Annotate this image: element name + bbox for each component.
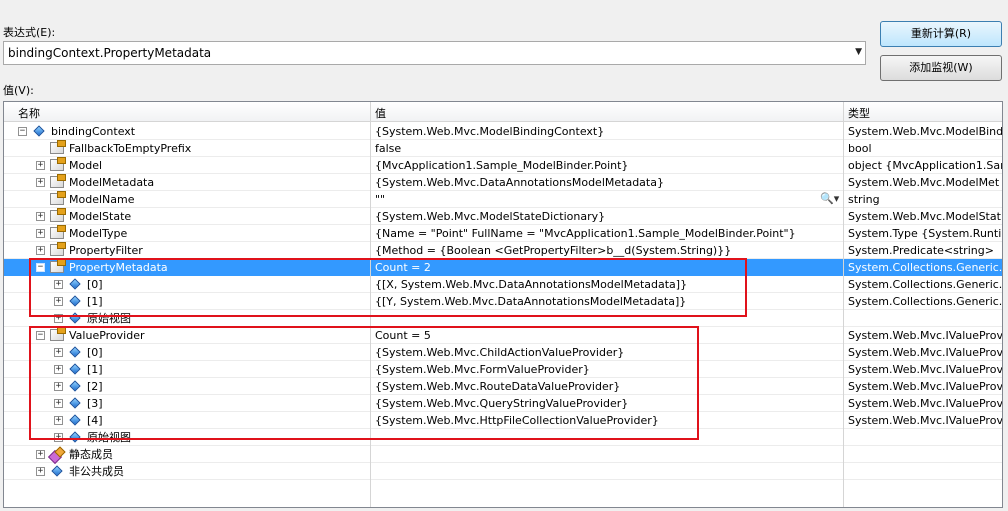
table-row[interactable]: + Model {MvcApplication1.Sample_ModelBinde… (4, 157, 1002, 174)
cell-type: System.Web.Mvc.ModelBinding (848, 125, 1003, 138)
property-icon (50, 191, 66, 205)
expand-icon[interactable]: + (36, 229, 45, 238)
column-header-name[interactable]: 名称 (18, 105, 40, 121)
cell-type: System.Web.Mvc.IValueProv (848, 346, 1003, 359)
cell-name: ModelMetadata (69, 176, 155, 189)
cell-value[interactable]: {System.Web.Mvc.DataAnnotationsModelMeta… (375, 176, 843, 189)
table-row[interactable]: − bindingContext {System.Web.Mvc.ModelBind… (4, 123, 1002, 140)
expand-icon[interactable]: + (36, 246, 45, 255)
property-icon (50, 242, 66, 256)
table-row[interactable]: + ModelState {System.Web.Mvc.ModelStateDic… (4, 208, 1002, 225)
cell-type: System.Collections.Generic. (848, 261, 1003, 274)
highlight-box-property-metadata (29, 258, 747, 317)
expression-label: 表达式(E): (3, 26, 56, 39)
cell-name: 静态成员 (69, 448, 113, 461)
cell-type: System.Collections.Generic. (848, 295, 1003, 308)
cell-name: FallbackToEmptyPrefix (69, 142, 192, 155)
cell-type: System.Predicate<string> (848, 244, 994, 257)
highlight-box-value-provider (29, 326, 699, 440)
visualizer-magnifier-icon[interactable]: 🔍▾ (820, 192, 839, 205)
cell-type: System.Web.Mvc.IValueProv (848, 380, 1003, 393)
expand-icon[interactable]: + (36, 178, 45, 187)
cell-value[interactable]: {System.Web.Mvc.ModelStateDictionary} (375, 210, 843, 223)
expand-icon[interactable]: + (36, 467, 45, 476)
expand-icon[interactable]: + (36, 161, 45, 170)
cell-name: PropertyFilter (69, 244, 143, 257)
cell-name: bindingContext (51, 125, 136, 138)
values-label: 值(V): (3, 84, 34, 97)
cell-type: System.Web.Mvc.ModelStat (848, 210, 1001, 223)
cell-name: Model (69, 159, 103, 172)
cell-name: ModelState (69, 210, 132, 223)
expand-icon[interactable]: + (36, 450, 45, 459)
field-icon (33, 125, 45, 137)
property-icon (50, 157, 66, 171)
column-header-value[interactable]: 值 (375, 105, 386, 121)
expression-value[interactable]: bindingContext.PropertyMetadata (8, 46, 211, 60)
cell-type: string (848, 193, 880, 206)
static-members-icon (50, 448, 64, 461)
cell-type: bool (848, 142, 872, 155)
cell-type: System.Web.Mvc.IValueProv (848, 363, 1003, 376)
property-icon (50, 208, 66, 222)
cell-value[interactable]: false (375, 142, 843, 155)
collapse-icon[interactable]: − (18, 127, 27, 136)
expression-combobox[interactable]: bindingContext.PropertyMetadata ▼ (3, 41, 866, 65)
cell-type: object {MvcApplication1.Sam (848, 159, 1003, 172)
table-row[interactable]: + ModelType {Name = "Point" FullName = "Mv… (4, 225, 1002, 242)
table-row[interactable]: + ModelMetadata {System.Web.Mvc.DataAnnota… (4, 174, 1002, 191)
table-row[interactable]: + 静态成员 (4, 446, 1002, 463)
add-watch-button[interactable]: 添加监视(W) (880, 55, 1002, 81)
cell-type: System.Web.Mvc.IValueProv (848, 397, 1003, 410)
cell-name: ModelType (69, 227, 128, 240)
cell-type: System.Collections.Generic. (848, 278, 1003, 291)
column-header-type[interactable]: 类型 (848, 105, 870, 121)
cell-name: 非公共成员 (69, 465, 124, 478)
cell-value[interactable]: {Method = {Boolean <GetPropertyFilter>b_… (375, 244, 843, 257)
property-icon (50, 140, 66, 154)
cell-value[interactable]: {Name = "Point" FullName = "MvcApplicati… (375, 227, 843, 240)
cell-type: System.Web.Mvc.ModelMet (848, 176, 1000, 189)
field-icon (51, 465, 63, 477)
cell-value[interactable]: "" (375, 193, 843, 206)
property-icon (50, 225, 66, 239)
grid-header: 名称 值 类型 (4, 102, 1002, 122)
recalculate-button[interactable]: 重新计算(R) (880, 21, 1002, 47)
table-row[interactable]: FallbackToEmptyPrefix false bool (4, 140, 1002, 157)
cell-value[interactable]: {MvcApplication1.Sample_ModelBinder.Poin… (375, 159, 843, 172)
cell-type: System.Type {System.Runtin (848, 227, 1003, 240)
table-row[interactable]: ModelName "" 🔍▾ string (4, 191, 1002, 208)
column-divider-type[interactable] (843, 102, 844, 507)
cell-type: System.Web.Mvc.IValueProv (848, 329, 1003, 342)
table-row[interactable]: + PropertyFilter {Method = {Boolean <GetPr… (4, 242, 1002, 259)
dropdown-arrow-icon[interactable]: ▼ (855, 47, 862, 57)
table-row[interactable]: + 非公共成员 (4, 463, 1002, 480)
property-icon (50, 174, 66, 188)
cell-value[interactable]: {System.Web.Mvc.ModelBindingContext} (375, 125, 843, 138)
cell-type: System.Web.Mvc.IValueProv (848, 414, 1003, 427)
expand-icon[interactable]: + (36, 212, 45, 221)
cell-name: ModelName (69, 193, 135, 206)
